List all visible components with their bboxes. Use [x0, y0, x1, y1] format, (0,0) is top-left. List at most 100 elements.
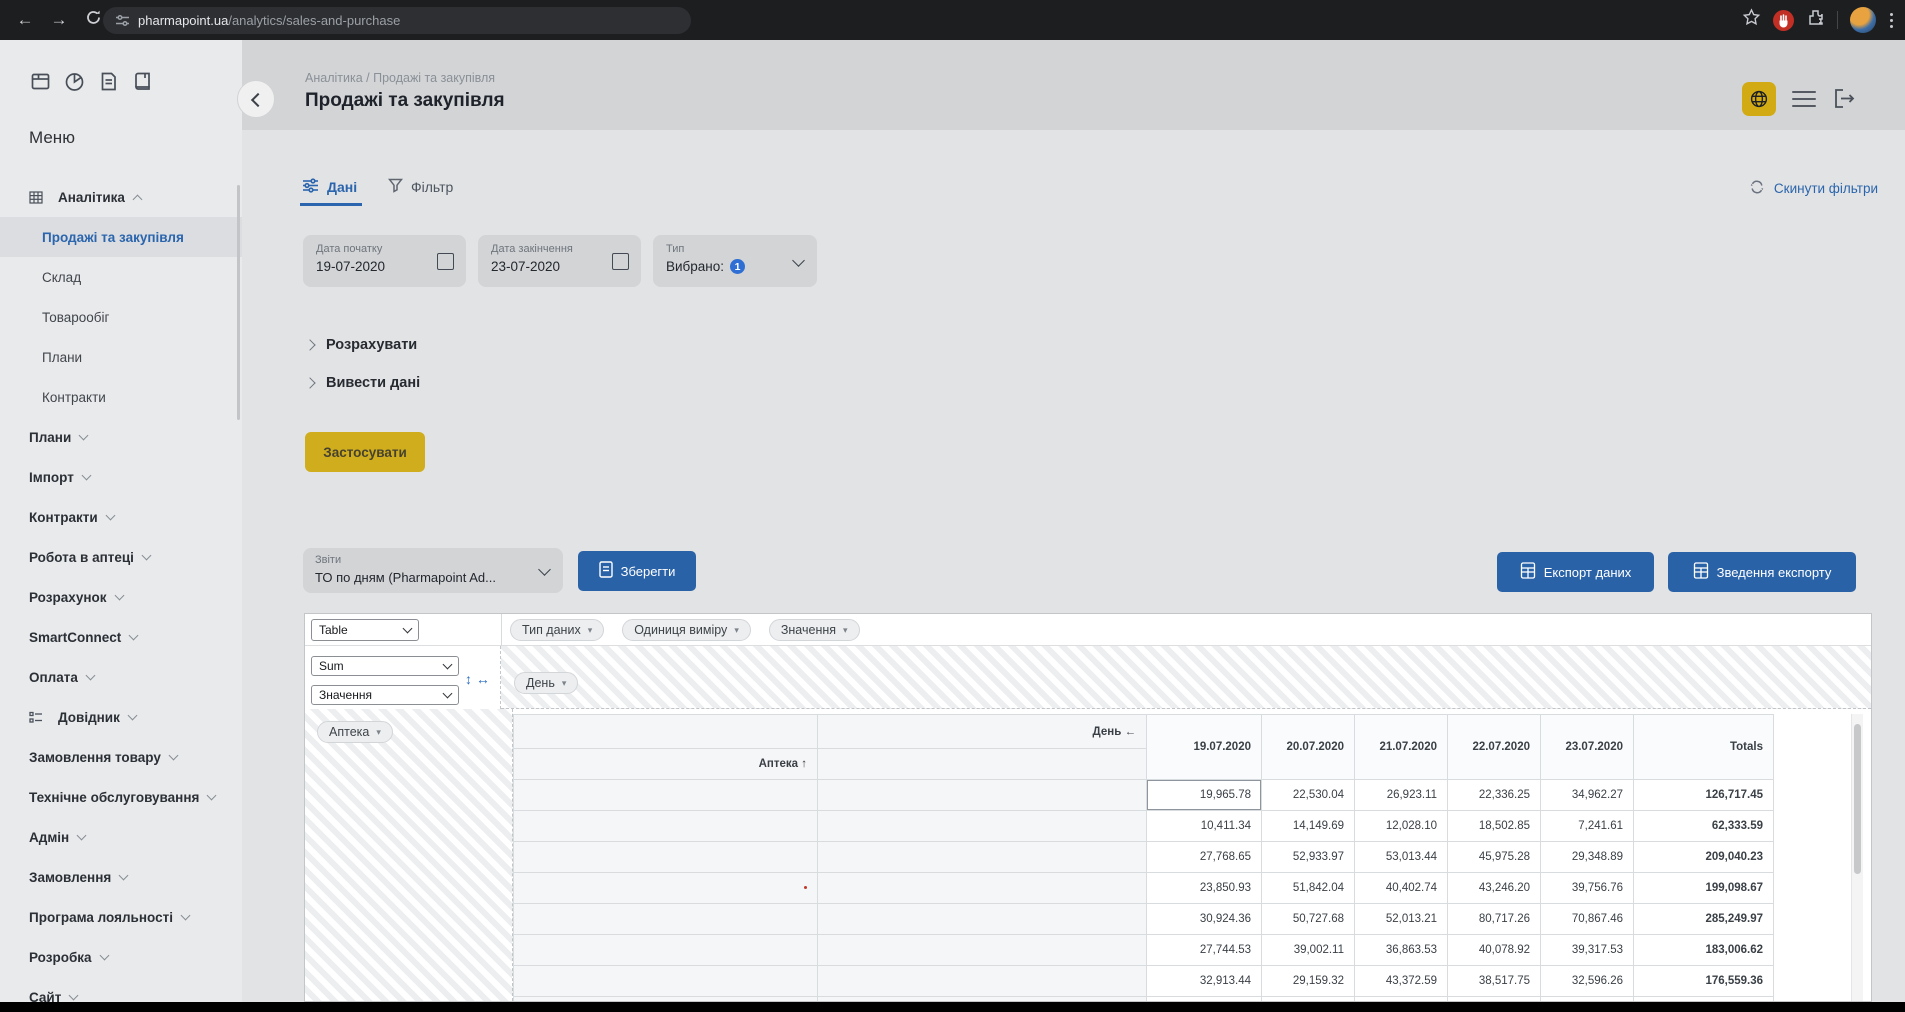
save-report-button[interactable]: Зберегти	[578, 551, 696, 591]
value-cell[interactable]: 50,727.68	[1262, 904, 1355, 935]
output-section-toggle[interactable]: Вивести дані	[306, 375, 420, 391]
sidebar-item-сайт[interactable]: Сайт	[0, 977, 242, 1002]
forward-icon[interactable]: →	[48, 9, 70, 31]
value-cell[interactable]: 10,411.34	[1147, 811, 1262, 842]
archive-icon[interactable]	[29, 70, 52, 93]
adblock-extension-icon[interactable]	[1773, 10, 1794, 31]
value-cell[interactable]: 40,402.74	[1355, 873, 1448, 904]
extensions-puzzle-icon[interactable]	[1806, 8, 1825, 32]
sidebar-item-smartconnect[interactable]: SmartConnect	[0, 617, 242, 657]
start-date-field[interactable]: Дата початку 19-07-2020	[303, 235, 466, 287]
sidebar-item-контракти[interactable]: Контракти	[0, 497, 242, 537]
column-header[interactable]: 22.07.2020	[1448, 715, 1541, 780]
logout-button[interactable]	[1832, 88, 1856, 114]
value-cell[interactable]: 176,559.36	[1634, 966, 1774, 997]
sidebar-item-товарообіг[interactable]: Товарообіг	[0, 297, 242, 337]
value-cell[interactable]: 62,333.59	[1634, 811, 1774, 842]
value-cell[interactable]: 18,502.85	[1448, 811, 1541, 842]
sidebar-item-плани[interactable]: Плани	[0, 337, 242, 377]
value-cell[interactable]: 52,013.21	[1355, 904, 1448, 935]
sidebar-item-аналітика[interactable]: Аналітика	[0, 177, 242, 217]
value-cell[interactable]	[1147, 997, 1262, 1003]
sidebar-item-робота-в-аптеці[interactable]: Робота в аптеці	[0, 537, 242, 577]
row-label-cell[interactable]	[818, 935, 1147, 966]
type-dropdown[interactable]: Тип Вибрано:1	[653, 235, 817, 287]
value-cell[interactable]: 12,028.10	[1355, 811, 1448, 842]
end-date-field[interactable]: Дата закінчення 23-07-2020	[478, 235, 641, 287]
sidebar-item-розробка[interactable]: Розробка	[0, 937, 242, 977]
value-cell[interactable]: 39,756.76	[1541, 873, 1634, 904]
row-label-cell[interactable]	[818, 811, 1147, 842]
row-label-cell[interactable]	[818, 780, 1147, 811]
pivot-aggregation-select[interactable]: Sum	[311, 656, 459, 676]
sidebar-collapse-button[interactable]	[237, 80, 275, 118]
row-label-cell[interactable]	[514, 997, 818, 1003]
export-summary-button[interactable]: Зведення експорту	[1668, 552, 1856, 592]
value-cell[interactable]: 27,744.53	[1147, 935, 1262, 966]
sidebar-item-оплата[interactable]: Оплата	[0, 657, 242, 697]
value-cell[interactable]: 53,013.44	[1355, 842, 1448, 873]
row-field-pill[interactable]: Аптека▾	[317, 721, 393, 743]
value-cell[interactable]: 80,717.26	[1448, 904, 1541, 935]
value-cell[interactable]: 38,517.75	[1448, 966, 1541, 997]
column-header[interactable]: 19.07.2020	[1147, 715, 1262, 780]
row-label-cell[interactable]	[818, 842, 1147, 873]
value-cell[interactable]: 30,924.36	[1147, 904, 1262, 935]
row-label-cell[interactable]	[818, 904, 1147, 935]
row-label-cell[interactable]	[818, 873, 1147, 904]
value-cell[interactable]: 285,249.97	[1634, 904, 1774, 935]
value-cell[interactable]	[1541, 997, 1634, 1003]
report-select[interactable]: Звіти ТО по дням (Pharmapoint Ad...	[303, 548, 563, 593]
value-cell[interactable]: 43,246.20	[1448, 873, 1541, 904]
column-header[interactable]: Totals	[1634, 715, 1774, 780]
document-icon[interactable]	[97, 70, 120, 93]
row-label-cell[interactable]	[818, 966, 1147, 997]
value-cell[interactable]: 52,933.97	[1262, 842, 1355, 873]
calendar-icon[interactable]	[437, 253, 454, 270]
value-cell[interactable]: 36,863.53	[1355, 935, 1448, 966]
columns-drop-zone[interactable]: День▾	[501, 646, 1871, 709]
axis-spacer-cell[interactable]	[818, 749, 1147, 780]
export-data-button[interactable]: Експорт даних	[1497, 552, 1654, 592]
bookmark-star-icon[interactable]	[1742, 8, 1761, 32]
row-label-cell[interactable]	[818, 997, 1147, 1003]
row-label-cell[interactable]	[514, 842, 818, 873]
value-cell[interactable]: 23,850.93	[1147, 873, 1262, 904]
value-cell[interactable]: 29,159.32	[1262, 966, 1355, 997]
row-label-cell[interactable]	[514, 780, 818, 811]
value-cell[interactable]: 7,241.61	[1541, 811, 1634, 842]
row-label-cell[interactable]	[514, 935, 818, 966]
language-globe-button[interactable]	[1742, 82, 1776, 116]
row-axis-header[interactable]: Аптека ↑	[514, 749, 818, 780]
field-pill-тип-даних[interactable]: Тип даних▾	[510, 619, 604, 641]
value-cell[interactable]	[1448, 997, 1541, 1003]
back-icon[interactable]: ←	[14, 9, 36, 31]
tab-data[interactable]: Дані	[302, 178, 357, 196]
row-label-cell[interactable]	[514, 904, 818, 935]
column-header[interactable]: 20.07.2020	[1262, 715, 1355, 780]
value-cell[interactable]: 39,317.53	[1541, 935, 1634, 966]
value-cell[interactable]: 22,336.25	[1448, 780, 1541, 811]
value-cell[interactable]: 45,975.28	[1448, 842, 1541, 873]
tab-filter[interactable]: Фільтр	[388, 178, 453, 196]
field-pill-значення[interactable]: Значення▾	[769, 619, 860, 641]
value-cell[interactable]: 43,372.59	[1355, 966, 1448, 997]
pivot-measure-select[interactable]: Значення	[311, 685, 459, 705]
value-cell[interactable]	[1634, 997, 1774, 1003]
calculate-section-toggle[interactable]: Розрахувати	[306, 337, 417, 353]
value-cell[interactable]: 27,768.65	[1147, 842, 1262, 873]
value-cell[interactable]: 209,040.23	[1634, 842, 1774, 873]
pie-chart-icon[interactable]	[63, 70, 86, 93]
sidebar-item-плани[interactable]: Плани	[0, 417, 242, 457]
column-header[interactable]: 21.07.2020	[1355, 715, 1448, 780]
value-cell[interactable]	[1262, 997, 1355, 1003]
reset-filters-link[interactable]: Скинути фільтри	[1749, 179, 1878, 198]
row-label-cell[interactable]	[514, 873, 818, 904]
site-settings-icon[interactable]	[115, 13, 130, 28]
value-cell[interactable]: 14,149.69	[1262, 811, 1355, 842]
value-cell[interactable]: 126,717.45	[1634, 780, 1774, 811]
sidebar-item-склад[interactable]: Склад	[0, 257, 242, 297]
row-label-cell[interactable]	[514, 811, 818, 842]
corner-cell[interactable]	[514, 715, 818, 749]
value-cell[interactable]: 70,867.46	[1541, 904, 1634, 935]
